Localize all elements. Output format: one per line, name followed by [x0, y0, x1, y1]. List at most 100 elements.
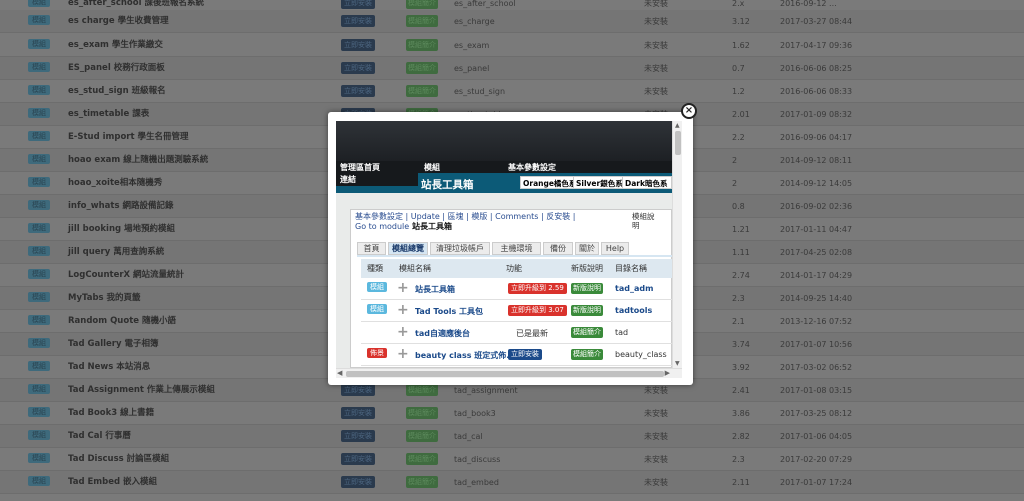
install-button[interactable]: 立即安裝: [341, 476, 375, 488]
module-date: 2017-01-07 10:56: [780, 340, 853, 349]
install-status: 未安裝: [644, 0, 668, 8]
type-badge: 模組: [367, 304, 387, 314]
install-button[interactable]: 立即安裝: [341, 62, 375, 74]
module-name-link[interactable]: beauty class 班定式佈...: [415, 350, 515, 361]
menu-site-link[interactable]: 連結: [336, 173, 418, 186]
install-button[interactable]: 立即安裝: [341, 384, 375, 396]
module-dir: tad_embed: [454, 478, 499, 487]
tab-4[interactable]: 主機環境: [492, 242, 541, 255]
tab-7[interactable]: Help: [601, 242, 629, 255]
module-version: 2.41: [732, 386, 750, 395]
scrollbar-thumb[interactable]: [675, 131, 681, 155]
module-version: 2.82: [732, 432, 750, 441]
install-button[interactable]: 立即安裝: [341, 0, 375, 9]
install-button[interactable]: 立即安裝: [341, 453, 375, 465]
intro-button[interactable]: 模組簡介: [406, 384, 438, 396]
intro-button[interactable]: 模組簡介: [406, 39, 438, 51]
install-button[interactable]: 立即安裝: [341, 39, 375, 51]
tab-3[interactable]: 清理垃圾帳戶: [430, 242, 490, 255]
expand-icon[interactable]: +: [397, 281, 409, 295]
module-version: 1.2: [732, 87, 745, 96]
module-name: Random Quote 隨機小語: [68, 316, 176, 326]
type-badge: 模組: [28, 361, 50, 371]
table-row: 佈景 + beauty class 班定式佈... 立即安裝 模組簡介 beauty_cl…: [361, 344, 672, 366]
breadcrumb-separator: |: [403, 212, 411, 221]
module-date: 2016-06-06 08:25: [780, 64, 853, 73]
module-dir: es_panel: [454, 64, 490, 73]
action-button[interactable]: 立即安裝: [508, 349, 542, 360]
action-button[interactable]: 立即升級到 2.59: [508, 283, 567, 294]
module-name-link[interactable]: tad自適應後台: [415, 328, 470, 339]
breadcrumb-link[interactable]: 區塊: [448, 212, 464, 221]
tab-5[interactable]: 備份: [543, 242, 573, 255]
breadcrumb-link[interactable]: 模版: [471, 212, 487, 221]
intro-button[interactable]: 模組簡介: [406, 0, 438, 9]
scroll-up-icon[interactable]: ▲: [675, 122, 680, 129]
intro-button[interactable]: 模組簡介: [571, 349, 603, 360]
module-version: 2.3: [732, 294, 745, 303]
module-dir: tad_discuss: [454, 455, 501, 464]
breadcrumb-link[interactable]: Update: [411, 212, 440, 221]
scrollbar-thumb[interactable]: [346, 371, 664, 377]
vertical-scrollbar[interactable]: ▲ ▼: [672, 121, 682, 368]
tab-6[interactable]: 關於: [575, 242, 599, 255]
breadcrumb-link[interactable]: Comments: [495, 212, 538, 221]
scroll-left-icon[interactable]: ◀: [337, 369, 342, 377]
menu-admin-home[interactable]: 管理區首頁: [340, 162, 380, 173]
expand-icon[interactable]: +: [397, 303, 409, 317]
module-date: 2017-01-09 08:32: [780, 110, 853, 119]
breadcrumb-link[interactable]: Go to module: [355, 222, 409, 231]
intro-button[interactable]: 新版說明: [571, 305, 603, 316]
intro-button[interactable]: 模組簡介: [406, 15, 438, 27]
module-version: 3.86: [732, 409, 750, 418]
type-badge: 模組: [28, 108, 50, 118]
intro-button[interactable]: 模組簡介: [571, 327, 603, 338]
breadcrumb-link[interactable]: 基本參數設定: [355, 212, 403, 221]
intro-button[interactable]: 模組簡介: [406, 476, 438, 488]
scroll-right-icon[interactable]: ▶: [665, 369, 670, 377]
close-icon[interactable]: ×: [681, 103, 697, 119]
tab-2[interactable]: 模組總覽: [388, 242, 428, 255]
intro-button[interactable]: 新版說明: [571, 283, 603, 294]
menu-preferences[interactable]: 基本參數設定: [508, 162, 556, 173]
breadcrumb-separator: |: [439, 212, 448, 221]
module-name: es_exam 學生作業繳交: [68, 40, 163, 50]
scroll-down-icon[interactable]: ▼: [675, 360, 680, 367]
module-name: Tad Assignment 作業上傳展示模組: [68, 385, 215, 395]
breadcrumb-separator: |: [487, 212, 496, 221]
intro-button[interactable]: 模組簡介: [406, 453, 438, 465]
tab-1[interactable]: 首頁: [357, 242, 386, 255]
intro-button[interactable]: 模組簡介: [406, 62, 438, 74]
horizontal-scrollbar[interactable]: ◀ ▶: [336, 368, 682, 378]
module-dir: tad_book3: [454, 409, 496, 418]
module-date: 2014-09-12 14:05: [780, 179, 853, 188]
module-name: ES_panel 校務行政面板: [68, 63, 165, 73]
type-badge: 模組: [28, 269, 50, 279]
type-badge: 模組: [28, 131, 50, 141]
install-status: 未安裝: [644, 17, 668, 26]
install-button[interactable]: 立即安裝: [341, 407, 375, 419]
type-badge: 模組: [28, 292, 50, 302]
intro-button[interactable]: 模組簡介: [406, 85, 438, 97]
theme-dark-button[interactable]: Dark暗色系列: [622, 176, 672, 189]
intro-button[interactable]: 模組簡介: [406, 407, 438, 419]
admin-header: [336, 121, 672, 161]
install-button[interactable]: 立即安裝: [341, 15, 375, 27]
intro-button[interactable]: 模組簡介: [406, 430, 438, 442]
module-name-link[interactable]: Tad Tools 工具包: [415, 306, 483, 317]
breadcrumb-current: 站長工具箱: [409, 222, 452, 231]
expand-icon[interactable]: +: [397, 347, 409, 361]
expand-icon[interactable]: +: [397, 325, 409, 339]
action-button[interactable]: 立即升級到 3.07: [508, 305, 567, 316]
install-button[interactable]: 立即安裝: [341, 430, 375, 442]
breadcrumb-link[interactable]: 反安裝: [546, 212, 570, 221]
module-dir[interactable]: tad_adm: [615, 284, 653, 293]
module-version: 1.62: [732, 41, 750, 50]
module-version: 0.7: [732, 64, 745, 73]
module-dir[interactable]: tadtools: [615, 306, 652, 315]
module-name: info_whats 網路設備記錄: [68, 201, 174, 211]
module-help-link[interactable]: 模組說明: [632, 212, 656, 230]
menu-modules[interactable]: 模組: [424, 162, 440, 173]
module-name-link[interactable]: 站長工具箱: [415, 284, 455, 295]
install-button[interactable]: 立即安裝: [341, 85, 375, 97]
